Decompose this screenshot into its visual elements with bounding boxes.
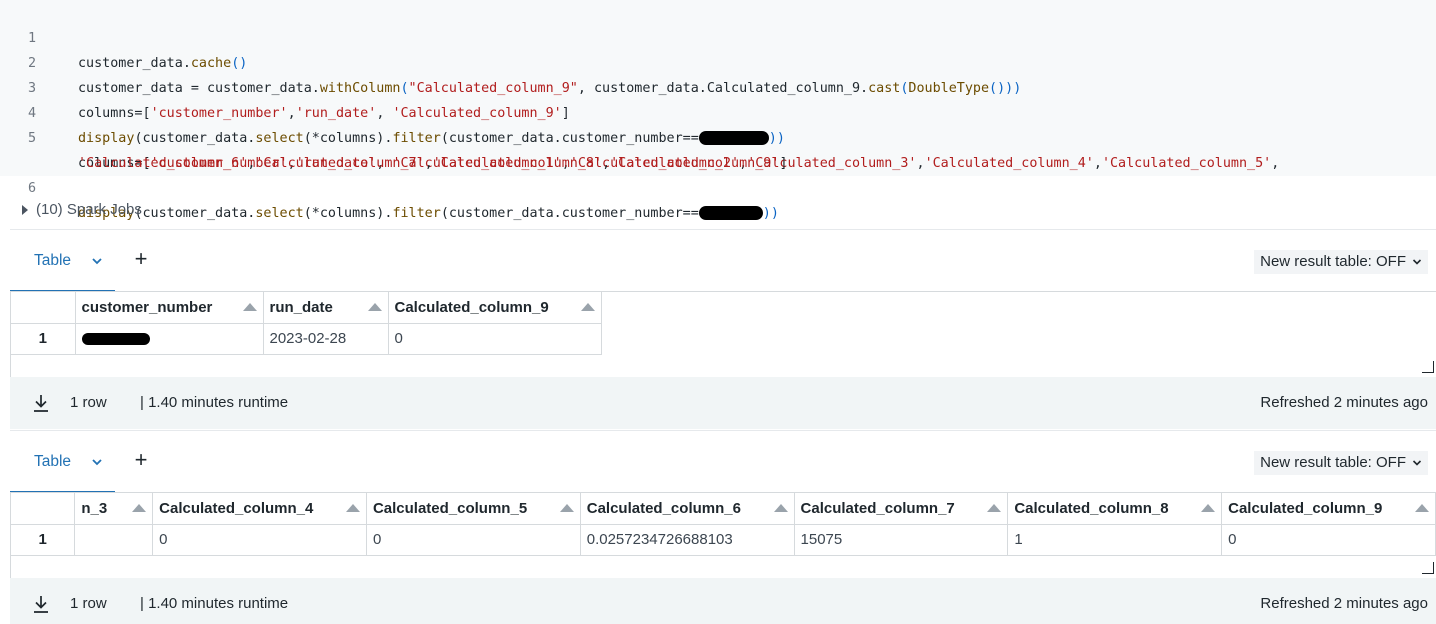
table-cell[interactable]: 0.0257234726688103: [580, 524, 795, 556]
runtime-text: | 1.40 minutes runtime: [140, 394, 289, 411]
refreshed-text: Refreshed 2 minutes ago: [1260, 595, 1428, 612]
table-cell[interactable]: [74, 524, 154, 556]
sort-icon[interactable]: [242, 303, 257, 311]
row-count: 1 row: [70, 595, 107, 612]
runtime-text: | 1.40 minutes runtime: [140, 595, 289, 612]
code-editor[interactable]: 1 customer_data.cache() 2 customer_data …: [0, 0, 1436, 221]
row-number-header: [11, 493, 76, 525]
table-cell[interactable]: 0: [388, 323, 602, 355]
download-icon[interactable]: [32, 393, 50, 413]
row-number-header: [11, 292, 76, 324]
caret-right-icon: [22, 205, 28, 215]
sort-icon[interactable]: [773, 504, 788, 512]
column-header[interactable]: Calculated_column_9: [388, 292, 602, 324]
table-cell[interactable]: 0: [366, 524, 581, 556]
table-row[interactable]: 1 2023-02-28 0: [11, 323, 602, 355]
table-cell[interactable]: 2023-02-28: [263, 323, 389, 355]
column-header[interactable]: n_3: [74, 493, 154, 525]
tab-label: Table: [34, 453, 72, 470]
new-result-table-toggle[interactable]: New result table: OFF: [1254, 451, 1428, 475]
table-cell[interactable]: [75, 323, 264, 355]
table-cell[interactable]: 15075: [794, 524, 1009, 556]
results-table: n_3 Calculated_column_4 Calculated_colum…: [10, 492, 1436, 578]
table-header-row: customer_number run_date Calculated_colu…: [11, 292, 602, 324]
line-number: 6: [28, 181, 37, 196]
column-header[interactable]: Calculated_column_9: [1221, 493, 1436, 525]
column-header[interactable]: customer_number: [75, 292, 264, 324]
result-panel-1: Table + New result table: OFF customer_n…: [10, 229, 1436, 429]
results-table: customer_number run_date Calculated_colu…: [10, 291, 1436, 377]
sort-icon[interactable]: [367, 303, 382, 311]
sort-icon[interactable]: [580, 303, 595, 311]
tab-table[interactable]: Table: [10, 431, 115, 493]
column-header[interactable]: Calculated_column_4: [152, 493, 367, 525]
sort-icon[interactable]: [559, 504, 574, 512]
sort-icon[interactable]: [987, 504, 1002, 512]
chevron-down-icon[interactable]: [90, 453, 104, 471]
sort-icon[interactable]: [1201, 504, 1216, 512]
new-result-table-toggle[interactable]: New result table: OFF: [1254, 250, 1428, 274]
tab-label: Table: [34, 252, 72, 269]
new-result-table-label: New result table: OFF: [1260, 454, 1406, 471]
table-cell[interactable]: 0: [152, 524, 367, 556]
add-visualization-button[interactable]: +: [130, 248, 152, 270]
result-footer: 1 row | 1.40 minutes runtime Refreshed 2…: [10, 578, 1436, 624]
row-number: 1: [11, 524, 76, 556]
download-icon[interactable]: [32, 594, 50, 614]
row-number: 1: [11, 323, 76, 355]
code-line-3: 3 columns=['customer_number','run_date',…: [0, 51, 1436, 121]
result-tabs: Table + New result table: OFF: [10, 430, 1436, 493]
column-header[interactable]: Calculated_column_6: [580, 493, 795, 525]
row-count: 1 row: [70, 394, 107, 411]
result-tabs: Table + New result table: OFF: [10, 229, 1436, 292]
column-header[interactable]: run_date: [263, 292, 389, 324]
result-panel-2: Table + New result table: OFF n_3 Calcul…: [10, 430, 1436, 624]
table-cell[interactable]: 0: [1221, 524, 1436, 556]
code-line-1: 1 customer_data.cache(): [0, 1, 1436, 71]
chevron-down-icon: [1412, 259, 1422, 265]
table-header-row: n_3 Calculated_column_4 Calculated_colum…: [11, 493, 1436, 525]
column-header[interactable]: Calculated_column_7: [794, 493, 1009, 525]
new-result-table-label: New result table: OFF: [1260, 253, 1406, 270]
chevron-down-icon[interactable]: [90, 252, 104, 270]
table-cell[interactable]: 1: [1007, 524, 1223, 556]
refreshed-text: Refreshed 2 minutes ago: [1260, 394, 1428, 411]
sort-icon[interactable]: [1415, 504, 1429, 512]
code-line-6: 6 display(customer_data.select(*columns)…: [0, 151, 1436, 221]
resize-handle-icon[interactable]: [1422, 361, 1434, 373]
code-line-5: 5 columns=['customer_number','run_date',…: [0, 101, 1436, 171]
tab-table[interactable]: Table: [10, 230, 115, 292]
code-line-2: 2 customer_data = customer_data.withColu…: [0, 26, 1436, 96]
column-header[interactable]: Calculated_column_8: [1007, 493, 1223, 525]
resize-handle-icon[interactable]: [1422, 562, 1434, 574]
result-footer: 1 row | 1.40 minutes runtime Refreshed 2…: [10, 377, 1436, 429]
sort-icon[interactable]: [132, 504, 147, 512]
redacted-value: [81, 333, 150, 346]
add-visualization-button[interactable]: +: [130, 449, 152, 471]
chevron-down-icon: [1412, 460, 1422, 466]
code-line-4: 4 display(customer_data.select(*columns)…: [0, 76, 1436, 146]
sort-icon[interactable]: [345, 504, 360, 512]
code-line-5-wrap: 'Calculated_column_6','Calculated_column…: [78, 156, 788, 171]
column-header[interactable]: Calculated_column_5: [366, 493, 581, 525]
table-row[interactable]: 1 0 0 0.0257234726688103 15075 1 0: [11, 524, 1436, 556]
spark-jobs-label: (10) Spark Jobs: [36, 201, 142, 218]
spark-jobs-toggle[interactable]: (10) Spark Jobs: [22, 200, 142, 220]
redacted-value: [698, 206, 763, 220]
